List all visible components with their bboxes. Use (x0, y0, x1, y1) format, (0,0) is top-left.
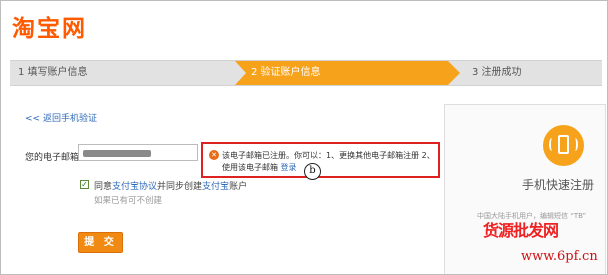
checkmark-icon: ✓ (81, 180, 88, 189)
watermark-line-1: 货源批发网 (483, 221, 559, 240)
step-1: 1 填写账户信息 (18, 67, 88, 78)
phone-signal-icon (543, 125, 584, 166)
taobao-logo[interactable]: 淘宝网 (12, 9, 87, 43)
page-frame: 淘宝网 1 填写账户信息 2 验证账户信息 3 注册成功 << 返回手机验证 您… (0, 0, 608, 275)
annotation-badge: b (304, 163, 321, 180)
step-3: 3 注册成功 (472, 67, 522, 78)
agree-text: 同意支付宝协议并同步创建支付宝账户 (94, 179, 247, 192)
signal-wave-right (572, 138, 578, 151)
error-line-2-prefix: 使用该电子邮箱 (222, 163, 278, 172)
error-x-icon: ✕ (209, 150, 219, 160)
step-separator (235, 61, 246, 85)
signal-wave-left (549, 138, 555, 151)
agree-checkbox[interactable]: ✓ (80, 180, 89, 189)
login-link[interactable]: 登录 (281, 163, 297, 172)
back-link-label[interactable]: 返回手机验证 (43, 114, 97, 124)
phone-shape (558, 135, 569, 154)
alipay-link[interactable]: 支付宝 (202, 182, 229, 192)
step-arrow-icon (448, 61, 460, 85)
error-line-1: 该电子邮箱已注册。你可以：1、更换其他电子邮箱注册 2、 (222, 151, 435, 160)
submit-button[interactable]: 提 交 (78, 232, 123, 253)
agree-mid: 并同步创建 (157, 182, 203, 192)
step-2-active: 2 验证账户信息 (235, 61, 448, 85)
redacted-email-value (83, 150, 151, 157)
error-line-2: 使用该电子邮箱 登录 (222, 162, 297, 173)
back-to-phone-link[interactable]: << 返回手机验证 (25, 111, 97, 124)
watermark-line-2: www.6pf.cn (521, 249, 598, 264)
mobile-register-title[interactable]: 手机快速注册 (522, 176, 594, 193)
hint-text: 如果已有可不创建 (94, 196, 163, 206)
agree-prefix: 同意 (94, 182, 113, 192)
step-progress-bar: 1 填写账户信息 2 验证账户信息 3 注册成功 (10, 60, 602, 86)
agree-suffix: 账户 (229, 182, 248, 192)
email-field[interactable] (78, 144, 198, 161)
alipay-agreement-link[interactable]: 支付宝协议 (112, 182, 157, 192)
